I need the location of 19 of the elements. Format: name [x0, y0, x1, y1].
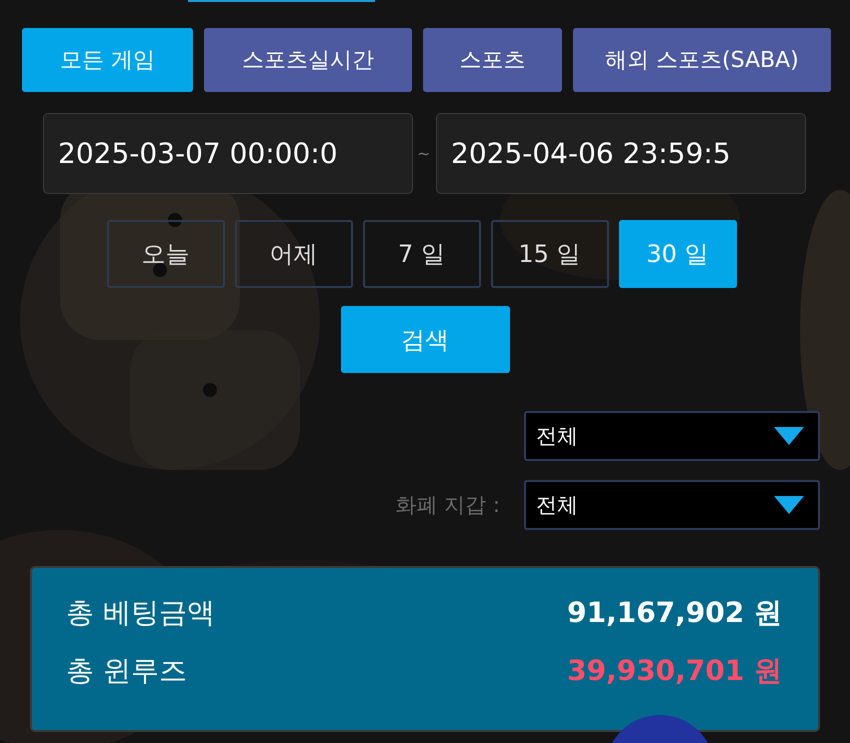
- summary-value: 91,167,902 원: [567, 595, 782, 631]
- category-tab[interactable]: 스포츠: [423, 28, 562, 92]
- start-date-field[interactable]: 2025-03-07 00:00:0: [43, 113, 413, 194]
- dropdown[interactable]: 전체: [524, 480, 820, 530]
- date-range-button[interactable]: 오늘: [106, 220, 224, 288]
- range-separator: ~: [417, 144, 432, 163]
- summary-label: 총 베팅금액: [66, 595, 215, 631]
- date-range-button[interactable]: 7 일: [362, 220, 480, 288]
- dropdown[interactable]: 전체: [524, 411, 820, 461]
- category-tab[interactable]: 스포츠실시간: [204, 28, 412, 92]
- end-date-field[interactable]: 2025-04-06 23:59:5: [436, 113, 806, 194]
- category-tab[interactable]: 해외 스포츠(SABA): [573, 28, 831, 92]
- summary-value: 39,930,701 원: [567, 653, 782, 689]
- filter-label: 화폐 지갑 :: [396, 492, 500, 519]
- summary-label: 총 윈루즈: [66, 653, 187, 689]
- caret-icon: [774, 427, 804, 445]
- date-range-button[interactable]: 어제: [234, 220, 352, 288]
- date-range-button[interactable]: 15 일: [490, 220, 608, 288]
- caret-icon: [774, 496, 804, 514]
